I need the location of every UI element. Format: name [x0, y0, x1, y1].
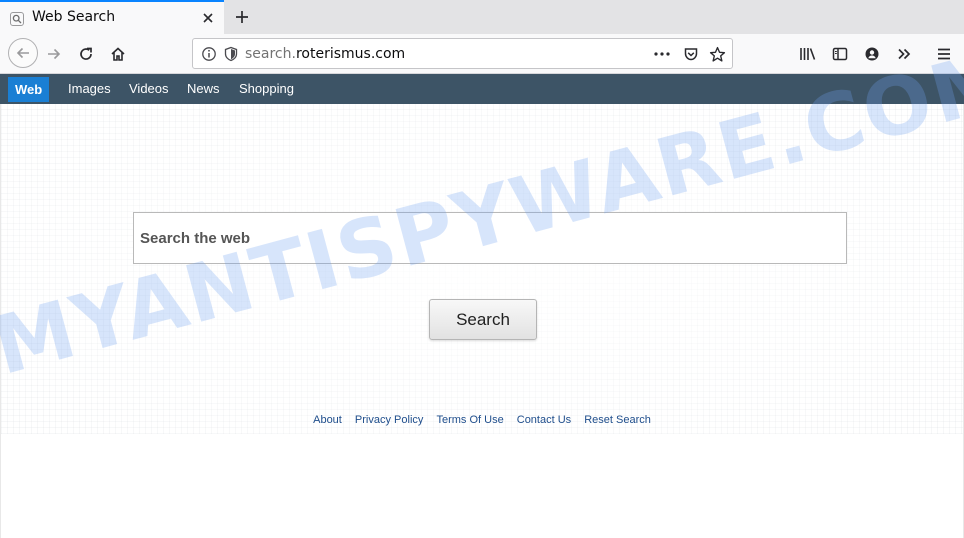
close-tab-icon[interactable] — [198, 8, 218, 28]
account-icon[interactable] — [858, 40, 886, 68]
overflow-chevron-icon[interactable] — [890, 40, 918, 68]
browser-tab[interactable]: Web Search — [0, 0, 224, 34]
library-icon[interactable] — [794, 40, 822, 68]
page-actions-menu-icon[interactable] — [651, 44, 673, 64]
nav-videos[interactable]: Videos — [129, 74, 169, 104]
footer-link-reset-search[interactable]: Reset Search — [584, 414, 651, 426]
forward-arrow-icon[interactable] — [40, 40, 68, 68]
url-domain: roterismus.com — [295, 46, 406, 62]
hamburger-menu-icon[interactable] — [930, 40, 958, 68]
reload-icon[interactable] — [72, 40, 100, 68]
url-prefix: search. — [245, 46, 296, 62]
url-bar[interactable]: search.roterismus.com — [192, 38, 733, 69]
search-button[interactable]: Search — [429, 299, 537, 340]
nav-news[interactable]: News — [187, 74, 220, 104]
background-pattern — [1, 104, 963, 434]
tracking-shield-icon[interactable] — [223, 46, 239, 62]
site-nav-bar: Web Images Videos News Shopping — [0, 74, 964, 104]
footer-links: About Privacy Policy Terms Of Use Contac… — [1, 414, 963, 426]
search-input[interactable] — [133, 212, 847, 264]
footer-link-contact[interactable]: Contact Us — [517, 414, 571, 426]
navigation-toolbar: search.roterismus.com — [0, 34, 964, 74]
sidebar-icon[interactable] — [826, 40, 854, 68]
page-content: Search About Privacy Policy Terms Of Use… — [0, 104, 964, 538]
home-icon[interactable] — [104, 40, 132, 68]
browser-window: Web Search search.roterismus.com Web Ima… — [0, 0, 964, 538]
nav-shopping[interactable]: Shopping — [239, 74, 294, 104]
bookmark-star-icon[interactable] — [707, 44, 727, 64]
info-icon[interactable] — [201, 46, 217, 62]
back-arrow-icon[interactable] — [8, 38, 38, 68]
footer-link-privacy-policy[interactable]: Privacy Policy — [355, 414, 423, 426]
footer-link-terms[interactable]: Terms Of Use — [436, 414, 503, 426]
footer-link-about[interactable]: About — [313, 414, 342, 426]
url-text[interactable]: search.roterismus.com — [245, 46, 405, 62]
new-tab-icon[interactable] — [230, 5, 254, 29]
search-favicon-icon — [10, 12, 24, 26]
nav-images[interactable]: Images — [68, 74, 111, 104]
pocket-icon[interactable] — [681, 44, 701, 64]
tab-strip: Web Search — [0, 0, 964, 34]
tab-title: Web Search — [32, 9, 116, 25]
nav-web[interactable]: Web — [8, 77, 50, 102]
